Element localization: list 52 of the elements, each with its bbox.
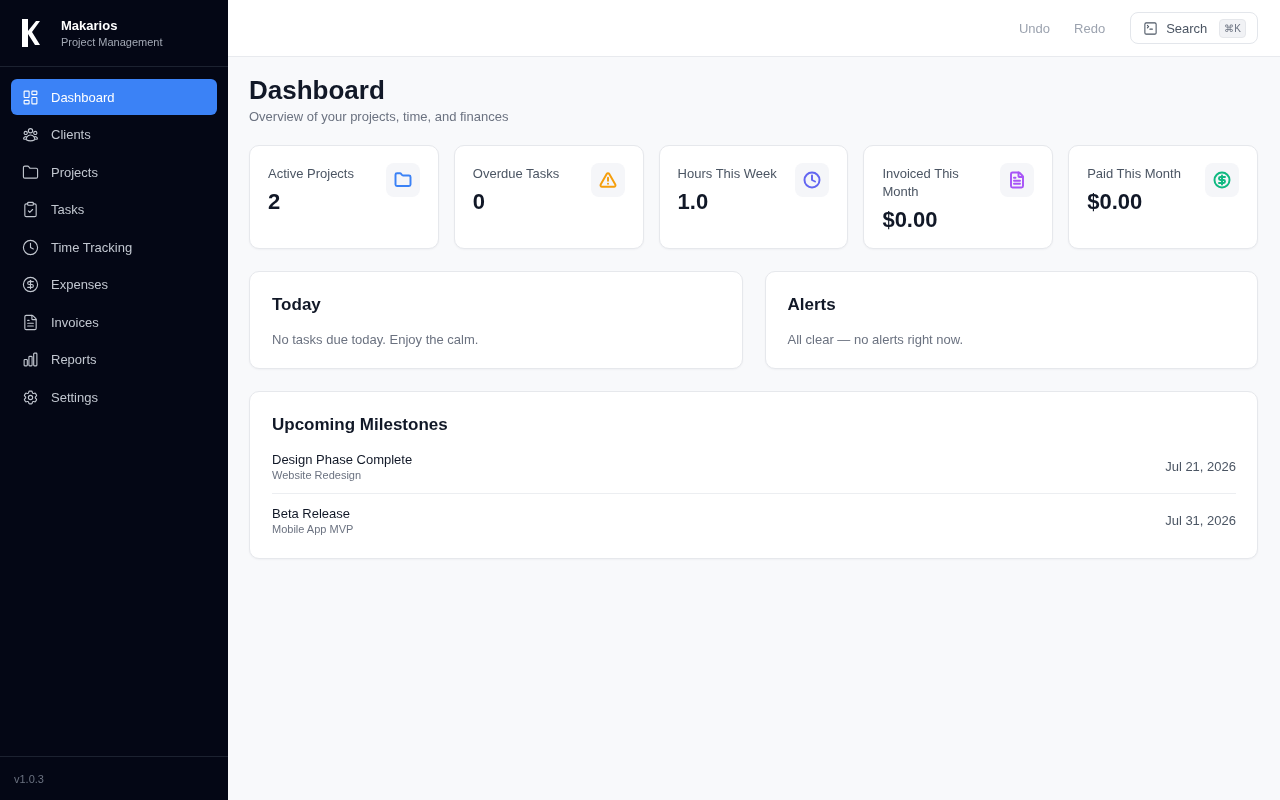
nav-item[interactable]: Settings (11, 379, 217, 415)
search-button[interactable]: Search ⌘K (1130, 12, 1258, 44)
nav-item[interactable]: Time Tracking (11, 229, 217, 265)
milestone-project: Mobile App MVP (272, 523, 354, 535)
stat-label: Invoiced This Month (882, 165, 960, 201)
stat-value: 0 (472, 189, 487, 215)
card-title: Upcoming Milestones (272, 415, 449, 435)
settings-icon (22, 388, 39, 406)
nav-item[interactable]: Tasks (11, 191, 217, 228)
card-title: Today (272, 295, 322, 315)
stat-label: Hours This Week (677, 165, 778, 183)
nav-item[interactable]: Invoices (11, 304, 217, 340)
shortcut-key: ⌘K (1219, 18, 1246, 38)
card-message: All clear — no alerts right now. (787, 332, 965, 347)
folder-icon (385, 163, 420, 197)
milestone-name: Design Phase Complete (272, 452, 413, 467)
stat-value: $0.00 (1087, 189, 1144, 215)
stat-label: Active Projects (268, 165, 355, 183)
nav-item[interactable]: Reports (11, 341, 217, 378)
nav-item[interactable]: Dashboard (11, 79, 217, 115)
clock-icon (795, 163, 830, 197)
milestone-date: Jul 21, 2026 (1165, 459, 1236, 474)
card-title: Alerts (787, 295, 837, 315)
card-message: No tasks due today. Enjoy the calm. (272, 332, 480, 347)
stat-value: $0.00 (882, 207, 939, 233)
nav-item[interactable]: Projects (11, 154, 217, 190)
stat-value: 1.0 (677, 189, 710, 215)
version-label: v1.0.3 (14, 772, 44, 785)
clock-icon (22, 238, 39, 256)
brand-subtitle: Project Management (61, 36, 163, 48)
dashboard-icon (22, 88, 39, 106)
page-subtitle: Overview of your projects, time, and finances (249, 109, 510, 124)
stat-value: 2 (268, 189, 282, 215)
stat-label: Paid This Month (1087, 165, 1182, 183)
milestone-project: Website Redesign (272, 469, 363, 481)
document-icon (22, 313, 39, 331)
logo-icon (22, 19, 40, 47)
document-icon (1000, 163, 1035, 197)
stat-label: Overdue Tasks (472, 165, 561, 183)
warning-icon (590, 163, 625, 197)
page-title: Dashboard (249, 74, 386, 106)
nav-item[interactable]: Expenses (11, 266, 217, 303)
dollar-circle-icon (22, 276, 39, 293)
folder-icon (22, 163, 39, 181)
nav-item[interactable]: Clients (11, 116, 217, 153)
clipboard-check-icon (22, 201, 39, 218)
terminal-icon (1143, 20, 1159, 36)
milestone-name: Beta Release (272, 506, 352, 521)
bar-chart-icon (22, 351, 39, 368)
milestone-date: Jul 31, 2026 (1165, 513, 1236, 528)
people-icon (22, 126, 39, 143)
brand-name: Makarios (61, 18, 119, 33)
